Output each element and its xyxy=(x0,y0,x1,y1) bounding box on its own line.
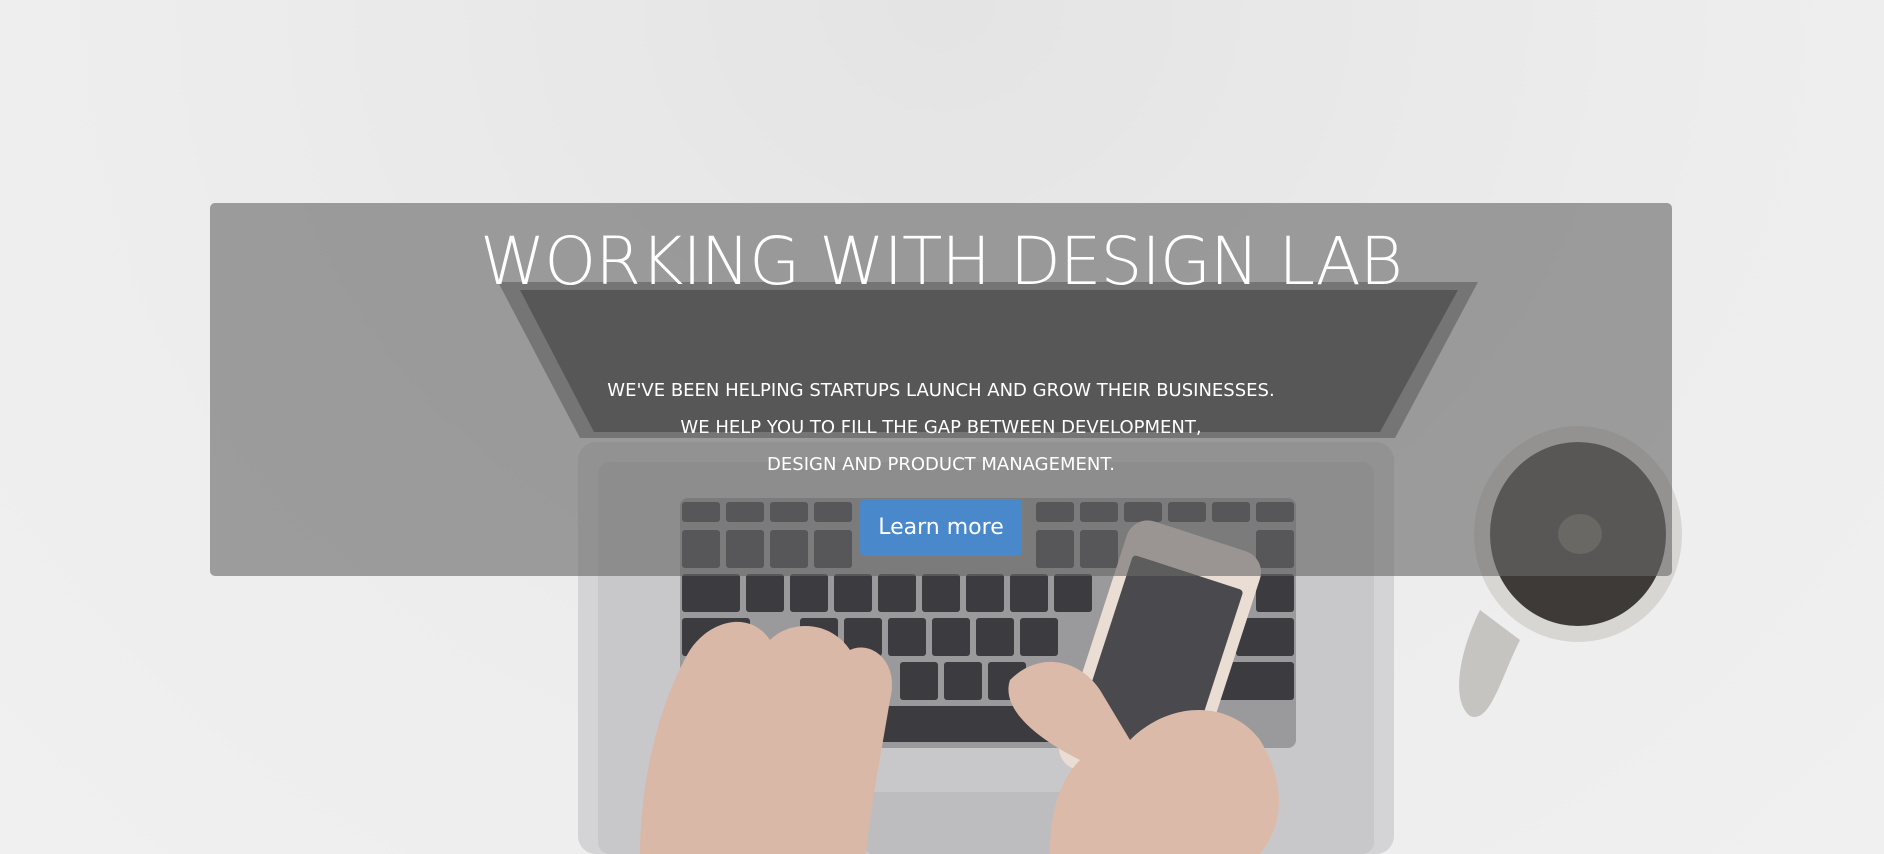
hero-line-3: DESIGN AND PRODUCT MANAGEMENT. xyxy=(767,454,1115,475)
hero-description: WE'VE BEEN HELPING STARTUPS LAUNCH AND G… xyxy=(210,372,1672,483)
hero-title: WORKING WITH DESIGN LAB xyxy=(480,223,1403,300)
hero-line-1: WE'VE BEEN HELPING STARTUPS LAUNCH AND G… xyxy=(607,380,1275,401)
learn-more-button[interactable]: Learn more xyxy=(860,499,1022,556)
hero-line-2: WE HELP YOU TO FILL THE GAP BETWEEN DEVE… xyxy=(680,417,1202,438)
